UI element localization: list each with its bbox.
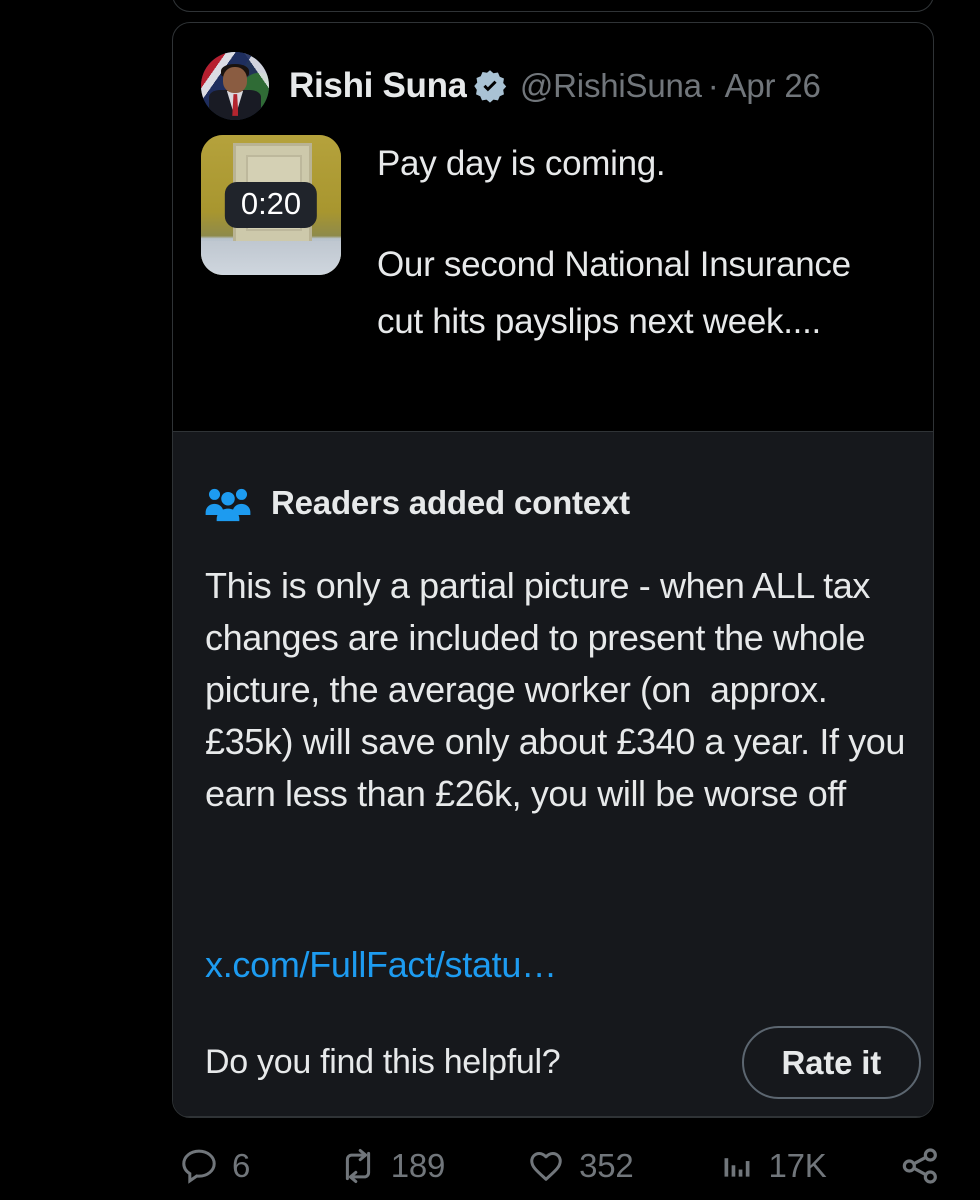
tweet-header: Rishi Suna @RishiSuna · Apr 26: [201, 51, 921, 121]
share-icon: [900, 1146, 940, 1186]
community-note-source-link[interactable]: x.com/FullFact/statu…: [205, 944, 557, 986]
tweet-card[interactable]: Rishi Suna @RishiSuna · Apr 26 0:20 Pay da…: [172, 22, 934, 1118]
tweet-text-line-1: Pay day is coming.: [377, 144, 666, 183]
community-note-body: This is only a partial picture - when AL…: [205, 565, 915, 814]
avatar[interactable]: [201, 52, 269, 120]
community-note[interactable]: Readers added context This is only a par…: [173, 431, 933, 1117]
share-action[interactable]: [900, 1146, 940, 1186]
reply-action[interactable]: 6: [180, 1147, 329, 1185]
retweet-action[interactable]: 189: [339, 1147, 527, 1185]
community-note-footer: Do you find this helpful? Rate it: [205, 1026, 921, 1099]
views-action[interactable]: 17K: [720, 1147, 894, 1185]
like-action[interactable]: 352: [527, 1147, 720, 1185]
people-group-icon: [205, 484, 251, 522]
views-count: 17K: [768, 1147, 827, 1184]
tweet-body: 0:20 Pay day is coming. Our second Natio…: [201, 135, 915, 350]
tweet-timestamp[interactable]: Apr 26: [725, 67, 821, 104]
rate-it-button[interactable]: Rate it: [741, 1026, 921, 1099]
analytics-bar-icon: [720, 1149, 754, 1183]
tweet-action-bar: 6 189 352 17K: [180, 1146, 940, 1186]
verified-badge-icon: [472, 68, 508, 104]
tweet-text: Pay day is coming. Our second National I…: [377, 135, 897, 350]
avatar-face: [222, 66, 248, 93]
like-count: 352: [579, 1147, 634, 1184]
retweet-icon: [339, 1147, 377, 1185]
video-thumbnail[interactable]: 0:20: [201, 135, 341, 275]
tweet-screen: Rishi Suna @RishiSuna · Apr 26 0:20 Pay da…: [0, 0, 980, 1200]
reply-icon: [180, 1147, 218, 1185]
retweet-count: 189: [390, 1147, 446, 1184]
reply-count: 6: [232, 1147, 251, 1184]
community-note-title: Readers added context: [271, 484, 630, 521]
author-display-name[interactable]: Rishi Suna: [289, 66, 467, 106]
previous-tweet-card-partial[interactable]: [172, 0, 934, 12]
helpful-prompt: Do you find this helpful?: [205, 1043, 561, 1081]
tweet-text-line-2: Our second National Insurance cut hits p…: [377, 245, 851, 341]
author-handle-and-time: @RishiSuna · Apr 26: [520, 67, 821, 105]
tweet-text-spacer: [377, 192, 897, 236]
thumbnail-floor: [201, 241, 341, 275]
author-handle[interactable]: @RishiSuna: [520, 67, 702, 104]
separator-dot: ·: [707, 67, 719, 104]
heart-icon: [527, 1147, 565, 1185]
video-duration-badge: 0:20: [224, 182, 318, 228]
community-note-header: Readers added context: [205, 484, 630, 522]
